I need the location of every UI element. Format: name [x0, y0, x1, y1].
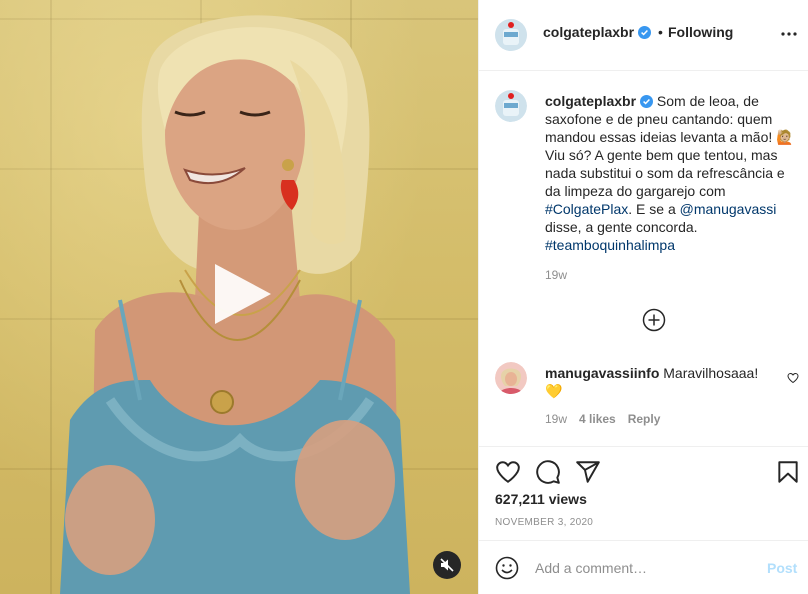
comment-icon[interactable]: [535, 459, 561, 485]
following-button[interactable]: Following: [668, 24, 733, 40]
muted-speaker-icon[interactable]: [433, 551, 461, 579]
comment-likes[interactable]: 4 likes: [579, 412, 616, 426]
post-header: colgateplaxbr • Following: [479, 0, 808, 71]
post-video[interactable]: [0, 0, 478, 594]
verified-badge-icon: [638, 26, 652, 39]
comment-heart-icon[interactable]: [787, 372, 799, 384]
more-options-icon[interactable]: [781, 31, 797, 37]
reply-button[interactable]: Reply: [628, 412, 661, 426]
hashtag-link[interactable]: #teamboquinhalimpa: [545, 237, 675, 253]
comment-username[interactable]: manugavassiinfo: [545, 365, 659, 381]
instagram-post-modal: colgateplaxbr • Following colgateplaxbr …: [0, 0, 808, 594]
author-avatar[interactable]: [495, 19, 527, 51]
comment-meta: 19w 4 likes Reply: [545, 412, 672, 426]
load-more-comments-icon[interactable]: [642, 308, 666, 332]
caption-author-avatar[interactable]: [495, 90, 527, 122]
post-button[interactable]: Post: [767, 560, 797, 576]
action-bar: 627,211 views NOVEMBER 3, 2020: [479, 446, 808, 540]
comment-timestamp[interactable]: 19w: [545, 412, 567, 426]
share-icon[interactable]: [575, 459, 601, 485]
comment-input[interactable]: [535, 555, 755, 581]
comment-body: manugavassiinfo Maravilhosaaa! 💛: [545, 364, 777, 400]
caption-text-mid: . E se a: [628, 201, 680, 217]
caption-timestamp[interactable]: 19w: [545, 268, 567, 282]
bookmark-icon[interactable]: [775, 459, 801, 485]
author-username[interactable]: colgateplaxbr: [543, 24, 652, 40]
separator-dot: •: [658, 24, 663, 40]
author-username-text[interactable]: colgateplaxbr: [543, 24, 634, 40]
caption-username[interactable]: colgateplaxbr: [545, 93, 636, 109]
hashtag-link[interactable]: #ColgatePlax: [545, 201, 628, 217]
post-details-panel: colgateplaxbr • Following colgateplaxbr …: [478, 0, 808, 594]
comment-composer: Post: [479, 540, 808, 594]
play-icon[interactable]: [205, 258, 277, 330]
commenter-avatar[interactable]: [495, 362, 527, 394]
verified-badge-icon: [640, 95, 654, 108]
post-caption: colgateplaxbr Som de leoa, de saxofone e…: [545, 92, 795, 254]
view-count[interactable]: 627,211 views: [495, 491, 587, 507]
mention-link[interactable]: @manugavassi: [680, 201, 777, 217]
emoji-icon[interactable]: [495, 556, 519, 580]
caption-text-end: disse, a gente concorda.: [545, 219, 698, 235]
post-date[interactable]: NOVEMBER 3, 2020: [495, 517, 593, 528]
heart-icon[interactable]: [495, 459, 521, 485]
